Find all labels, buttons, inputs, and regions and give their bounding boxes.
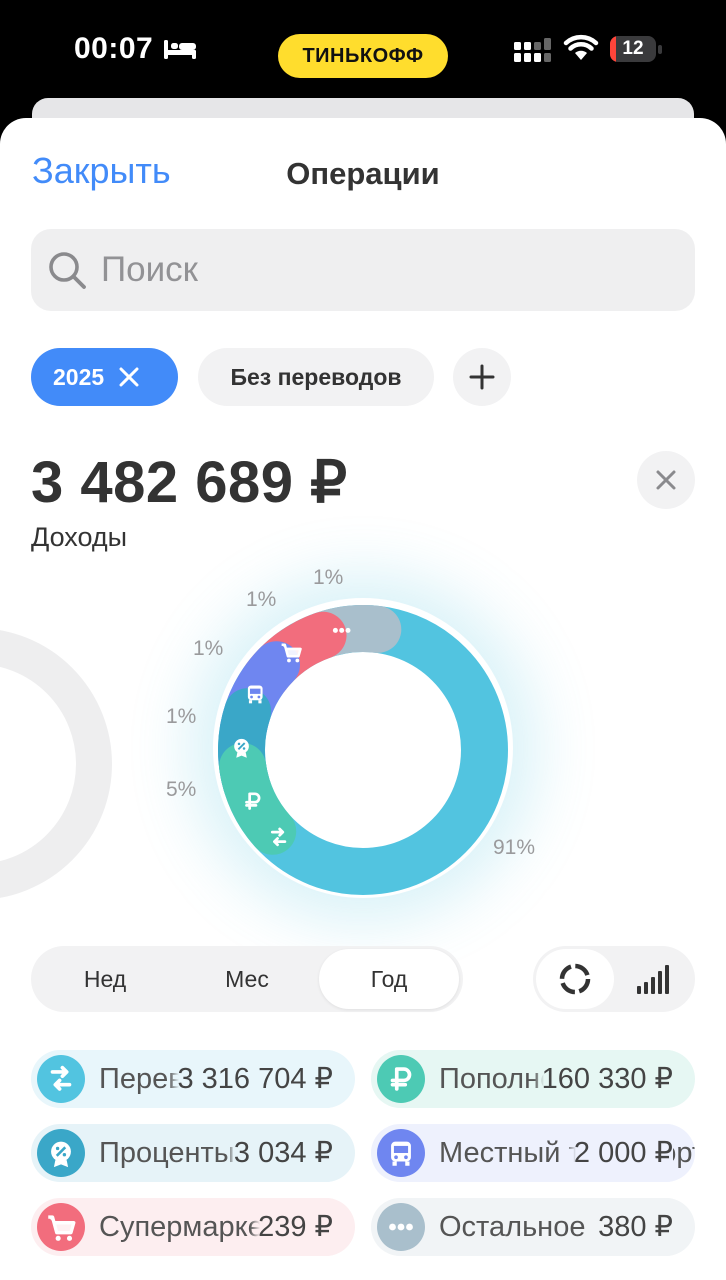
category-pill[interactable]: Местный транспорт2 000 ₽ [371, 1124, 695, 1182]
percent-badge-icon [51, 1141, 71, 1168]
category-icon [37, 1055, 85, 1103]
category-icon [377, 1203, 425, 1251]
more-dots-icon [332, 627, 351, 633]
category-pill[interactable]: Пополнения 160 330 ₽ [371, 1050, 695, 1108]
category-pill[interactable]: Супермаркеты 239 ₽ [31, 1198, 355, 1256]
category-name: Остальное [439, 1211, 586, 1243]
category-amount: 3 034 ₽ [225, 1124, 333, 1182]
category-amount: 2 000 ₽ [565, 1124, 673, 1182]
chart-view-toggle [533, 946, 695, 1012]
brand-pill: ТИНЬКОФФ [278, 34, 448, 78]
chart-percent-label: 1% [246, 588, 277, 611]
category-icon [37, 1203, 85, 1251]
cellular-signal-icon [514, 38, 551, 62]
period-tab-month[interactable]: Мес [177, 949, 317, 1009]
chart-percent-label: 1% [313, 566, 344, 589]
category-pill[interactable]: Переводы 3 316 704 ₽ [31, 1050, 355, 1108]
donut-chart-icon [559, 963, 591, 995]
bar-chart-icon [637, 965, 669, 994]
status-time: 00:07 [74, 32, 154, 65]
category-icon [377, 1129, 425, 1177]
category-icon [377, 1055, 425, 1103]
status-bar: 00:07 ТИНЬКОФФ 12 [0, 0, 726, 100]
arrows-exchange-icon [50, 1065, 72, 1091]
cart-icon [48, 1215, 76, 1241]
bar-view-button[interactable] [614, 949, 692, 1009]
chart-percent-label: 1% [166, 705, 197, 728]
chart-percent-label: 1% [193, 637, 224, 660]
category-amount: 239 ₽ [250, 1198, 333, 1256]
category-pill[interactable]: Проценты 3 034 ₽ [31, 1124, 355, 1182]
chart-percent-label: 91% [493, 836, 536, 859]
category-amount: 3 316 704 ₽ [169, 1050, 333, 1108]
bus-icon [391, 1141, 411, 1166]
chart-percent-label: 5% [166, 778, 197, 801]
category-amount: 160 330 ₽ [533, 1050, 673, 1108]
more-dots-icon [389, 1223, 413, 1231]
battery-indicator: 12 [610, 36, 662, 64]
category-pill[interactable]: Остальное 380 ₽ [371, 1198, 695, 1256]
income-donut-chart[interactable] [0, 118, 726, 918]
ruble-icon [390, 1067, 412, 1091]
period-tab-week[interactable]: Нед [35, 949, 175, 1009]
category-icon [37, 1129, 85, 1177]
wifi-icon [563, 34, 599, 60]
battery-level: 12 [622, 38, 644, 59]
period-selector: Нед Мес Год [31, 946, 463, 1012]
sleep-focus-icon [164, 40, 196, 59]
category-amount: 380 ₽ [590, 1198, 673, 1256]
donut-view-button[interactable] [536, 949, 614, 1009]
period-tab-year[interactable]: Год [319, 949, 459, 1009]
category-name: Проценты [99, 1137, 235, 1169]
operations-sheet: Закрыть Операции 2025 Без переводов 3 48… [0, 118, 726, 1280]
